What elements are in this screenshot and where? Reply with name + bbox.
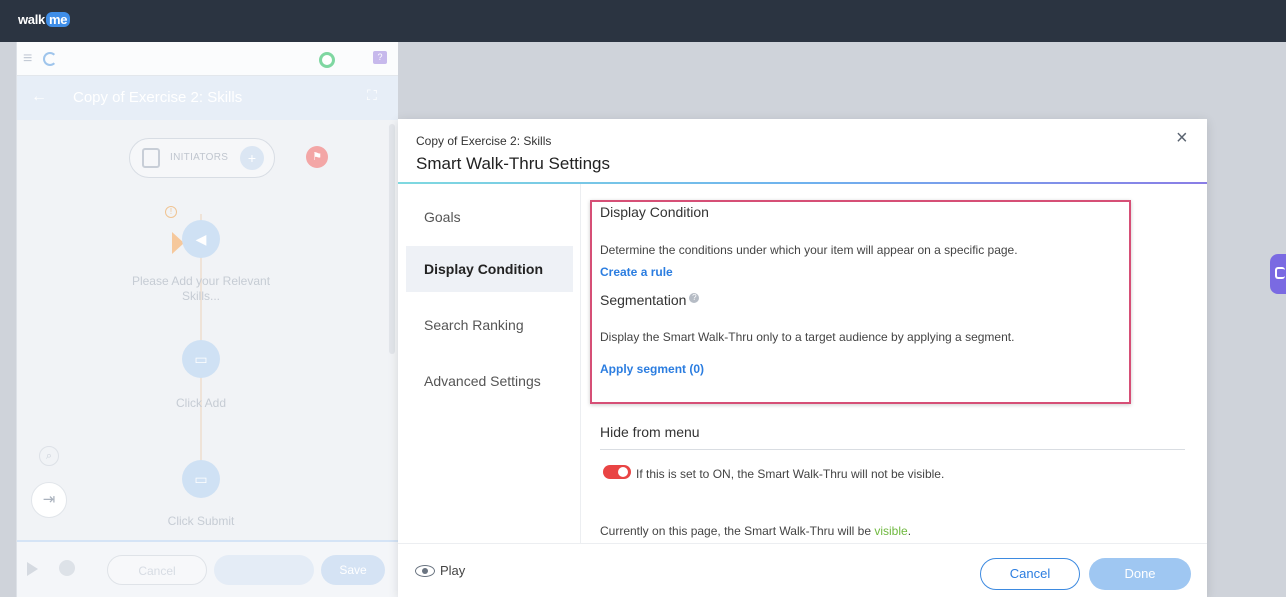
editor-scrollbar[interactable] bbox=[389, 124, 395, 354]
launcher-tab[interactable] bbox=[1270, 254, 1286, 294]
chat-icon[interactable]: ? bbox=[373, 51, 387, 64]
toggle-description: If this is set to ON, the Smart Walk-Thr… bbox=[636, 467, 945, 481]
editor-save-button[interactable]: Save bbox=[321, 555, 385, 585]
modal-title: Smart Walk-Thru Settings bbox=[416, 154, 610, 173]
editor-panel: ≡ ? ← Copy of Exercise 2: Skills ⛶ INITI… bbox=[16, 42, 398, 597]
step-label: Click Add bbox=[175, 396, 227, 410]
add-initiator-icon[interactable]: + bbox=[240, 146, 264, 170]
apply-segment-link[interactable]: Apply segment (0) bbox=[600, 362, 704, 376]
play-icon[interactable] bbox=[27, 562, 38, 576]
done-button[interactable]: Done bbox=[1089, 558, 1191, 590]
logo-badge: me bbox=[45, 12, 71, 27]
flag-icon[interactable]: ⚑ bbox=[306, 146, 328, 168]
segmentation-title-text: Segmentation bbox=[600, 292, 687, 308]
create-rule-link[interactable]: Create a rule bbox=[600, 265, 673, 279]
step-label: Please Add your Relevant Skills... bbox=[131, 274, 271, 303]
nav-item-goals[interactable]: Goals bbox=[406, 194, 573, 240]
walkme-logo: walk me bbox=[18, 12, 71, 27]
modal-footer: Play Cancel Done bbox=[398, 543, 1207, 597]
initiators-pill[interactable]: INITIATORS + bbox=[129, 138, 275, 178]
exit-icon[interactable]: ⇥ bbox=[31, 482, 67, 518]
door-icon bbox=[142, 148, 160, 168]
play-button[interactable]: Play bbox=[440, 563, 465, 578]
display-condition-title: Display Condition bbox=[600, 204, 709, 220]
expand-icon[interactable]: ⛶ bbox=[367, 87, 377, 104]
status-dot-icon[interactable] bbox=[319, 52, 335, 68]
loading-spinner-icon bbox=[43, 52, 57, 66]
eye-pupil bbox=[422, 568, 428, 574]
visibility-status: Currently on this page, the Smart Walk-T… bbox=[600, 524, 911, 538]
editor-title: Copy of Exercise 2: Skills bbox=[73, 89, 243, 106]
settings-modal: Copy of Exercise 2: Skills Smart Walk-Th… bbox=[398, 119, 1207, 597]
nav-item-advanced-settings[interactable]: Advanced Settings bbox=[406, 358, 573, 404]
initiators-label: INITIATORS bbox=[170, 152, 229, 163]
logo-text: walk bbox=[18, 12, 45, 27]
divider bbox=[600, 449, 1185, 450]
help-icon[interactable]: ? bbox=[689, 293, 700, 303]
gear-icon[interactable] bbox=[59, 560, 75, 576]
visibility-status-suffix: . bbox=[907, 524, 912, 538]
warning-icon: ! bbox=[165, 206, 177, 218]
cancel-button[interactable]: Cancel bbox=[980, 558, 1080, 590]
zoom-icon[interactable]: ⌕ bbox=[39, 446, 59, 466]
nav-item-display-condition[interactable]: Display Condition bbox=[406, 246, 573, 292]
toggle-knob bbox=[618, 467, 628, 477]
editor-footer: Cancel Save bbox=[17, 540, 398, 597]
settings-nav: Goals Display Condition Search Ranking A… bbox=[398, 184, 581, 543]
close-icon[interactable]: × bbox=[1176, 127, 1188, 150]
settings-content: Display Condition Determine the conditio… bbox=[581, 184, 1207, 543]
back-arrow-icon[interactable]: ← bbox=[31, 88, 47, 106]
editor-cancel-button[interactable]: Cancel bbox=[107, 555, 207, 585]
nav-item-search-ranking[interactable]: Search Ranking bbox=[406, 302, 573, 348]
eye-icon[interactable] bbox=[415, 565, 435, 577]
hide-from-menu-title: Hide from menu bbox=[600, 424, 700, 440]
megaphone-step-icon[interactable]: ◀ bbox=[182, 220, 220, 258]
top-bar: walk me bbox=[0, 0, 1286, 42]
hamburger-menu-icon[interactable]: ≡ bbox=[23, 51, 32, 67]
editor-secondary-button[interactable] bbox=[214, 555, 314, 585]
editor-header: ← Copy of Exercise 2: Skills ⛶ bbox=[17, 76, 398, 120]
segmentation-description: Display the Smart Walk-Thru only to a ta… bbox=[600, 330, 1015, 344]
visibility-status-prefix: Currently on this page, the Smart Walk-T… bbox=[600, 524, 875, 538]
hide-from-menu-toggle[interactable] bbox=[603, 465, 631, 479]
balloon-step-icon[interactable]: ▭ bbox=[182, 340, 220, 378]
step-label: Click Submit bbox=[167, 514, 235, 528]
editor-toolbar: ≡ ? bbox=[17, 42, 398, 76]
modal-subtitle: Copy of Exercise 2: Skills bbox=[416, 134, 552, 148]
launcher-icon bbox=[1275, 267, 1285, 279]
segmentation-title: Segmentation? bbox=[600, 292, 700, 308]
balloon-step-icon[interactable]: ▭ bbox=[182, 460, 220, 498]
display-condition-description: Determine the conditions under which you… bbox=[600, 243, 1018, 257]
visibility-status-word: visible bbox=[874, 524, 908, 538]
